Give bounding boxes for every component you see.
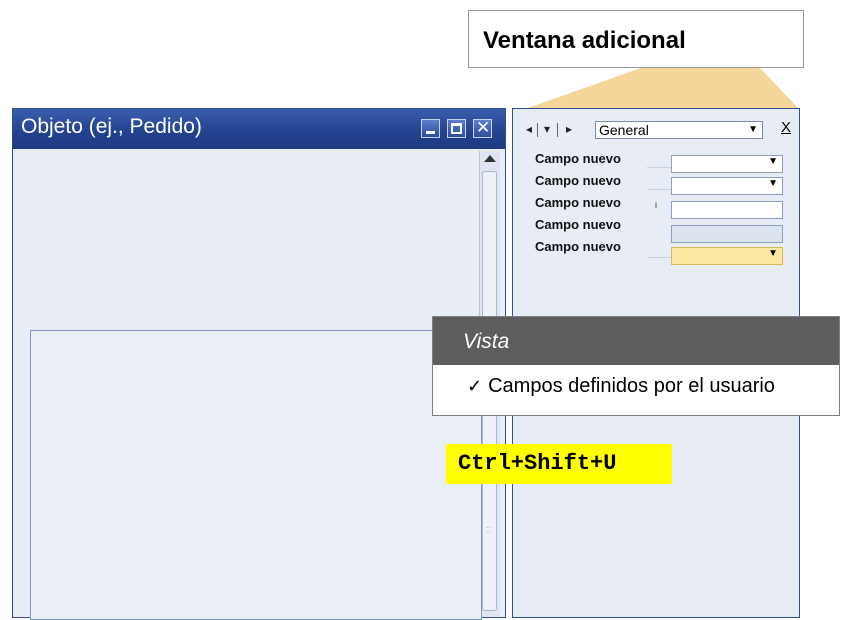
minimize-icon	[426, 131, 435, 134]
toolbar-separator	[557, 123, 558, 137]
menu-title: Vista	[463, 330, 510, 353]
field-marker-icon: i	[655, 200, 657, 210]
next-arrow-icon[interactable]: ▸	[563, 121, 575, 138]
highlighted-dropdown-field[interactable]: ▼	[671, 247, 783, 265]
close-icon: ✕	[476, 118, 491, 137]
toolbar-separator	[537, 123, 538, 137]
field-label: Campo nuevo	[535, 151, 621, 166]
dropdown-field[interactable]: ▼	[671, 155, 783, 173]
chevron-down-icon: ▼	[768, 156, 778, 167]
dropdown-arrow-icon[interactable]: ▾	[541, 121, 553, 138]
scroll-up-icon[interactable]	[484, 155, 496, 162]
keyboard-shortcut: Ctrl+Shift+U	[446, 444, 672, 484]
dropdown-field[interactable]: ▼	[671, 177, 783, 195]
title-bar[interactable]: Objeto (ej., Pedido) ✕	[13, 109, 505, 149]
window-title: Objeto (ej., Pedido)	[21, 115, 202, 138]
grip-icon: ::	[486, 524, 492, 534]
field-divider	[647, 257, 671, 258]
minimize-button[interactable]	[421, 119, 440, 138]
field-divider	[647, 189, 671, 190]
close-additional-window[interactable]: X	[781, 119, 791, 136]
field-row: Campo nuevo ▼	[535, 173, 785, 195]
checkmark-icon: ✓	[467, 376, 483, 396]
field-label: Campo nuevo	[535, 195, 621, 210]
field-label: Campo nuevo	[535, 239, 621, 254]
field-label: Campo nuevo	[535, 217, 621, 232]
content-panel	[30, 330, 482, 620]
maximize-icon	[451, 123, 462, 134]
menu-header: Vista	[433, 317, 839, 365]
additional-window-callout: Ventana adicional	[468, 10, 804, 68]
field-label: Campo nuevo	[535, 173, 621, 188]
callout-label: Ventana adicional	[483, 27, 686, 54]
menu-item-user-defined-fields[interactable]: ✓ Campos definidos por el usuario	[467, 375, 775, 398]
field-divider	[647, 167, 671, 168]
field-row: Campo nuevo	[535, 217, 785, 243]
maximize-button[interactable]	[447, 119, 466, 138]
view-menu: Vista ✓ Campos definidos por el usuario	[432, 316, 840, 416]
tab-selected-label: General	[599, 122, 649, 138]
menu-item-label: Campos definidos por el usuario	[488, 375, 775, 397]
chevron-down-icon: ▼	[768, 178, 778, 189]
field-row: Campo nuevo i	[535, 195, 785, 219]
close-button[interactable]: ✕	[473, 118, 492, 138]
field-row: Campo nuevo ▼	[535, 151, 785, 173]
prev-arrow-icon[interactable]: ◂	[523, 121, 535, 138]
tab-selector[interactable]: General ▼	[595, 121, 763, 139]
field-row: Campo nuevo ▼	[535, 239, 785, 265]
chevron-down-icon: ▼	[748, 124, 758, 135]
chevron-down-icon: ▼	[768, 248, 778, 259]
